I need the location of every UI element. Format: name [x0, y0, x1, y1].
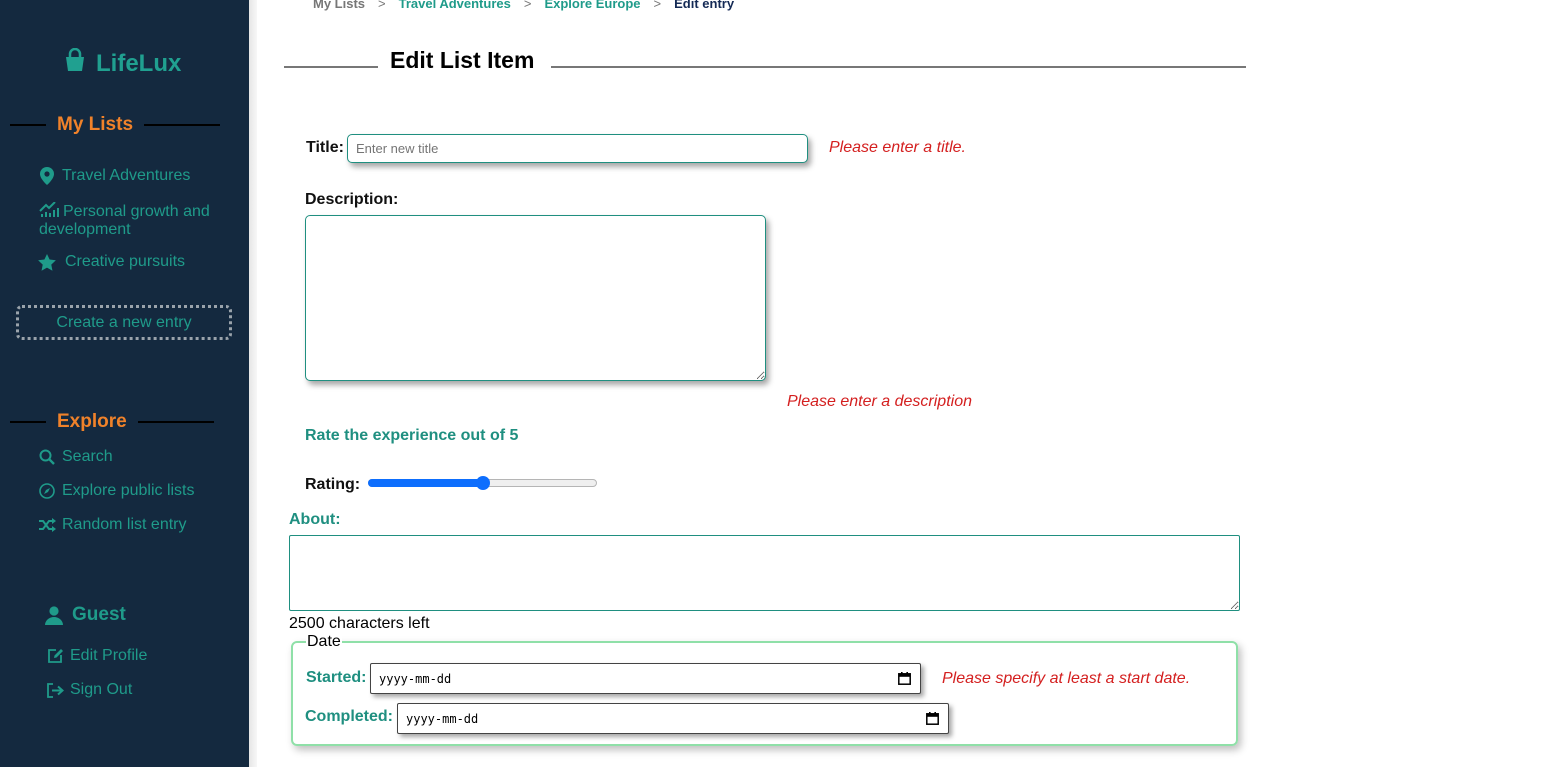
explore-heading: Explore	[10, 411, 214, 433]
sidebar: LifeLux My Lists Travel Adventures Perso…	[0, 0, 249, 767]
rating-prompt: Rate the experience out of 5	[305, 427, 519, 444]
user-name: Guest	[72, 604, 126, 625]
star-icon	[38, 253, 56, 271]
calendar-icon[interactable]	[926, 712, 939, 728]
completed-date-placeholder: yyyy-mm-dd	[406, 711, 479, 726]
my-lists-heading: My Lists	[10, 114, 221, 136]
title-rule-left	[284, 66, 378, 68]
sidebar-item-edit-profile[interactable]: Edit Profile	[46, 647, 147, 665]
breadcrumb-item-current: Edit entry	[674, 0, 735, 11]
description-error: Please enter a description	[787, 393, 972, 410]
breadcrumb-separator: >	[378, 0, 386, 11]
started-date-input[interactable]: yyyy-mm-dd	[370, 663, 921, 694]
rating-slider-fill	[368, 479, 483, 487]
sidebar-item-label-line1: Personal growth and	[63, 203, 210, 220]
search-icon	[38, 448, 56, 466]
edit-icon	[46, 647, 64, 665]
title-label: Title:	[306, 139, 344, 156]
calendar-icon[interactable]	[898, 672, 911, 688]
title-input[interactable]	[347, 134, 808, 163]
date-legend: Date	[306, 633, 342, 651]
page-title: Edit List Item	[390, 47, 535, 73]
breadcrumb-item-my-lists[interactable]: My Lists	[313, 0, 365, 11]
shuffle-icon	[38, 516, 56, 534]
description-textarea[interactable]	[305, 215, 766, 381]
sidebar-item-label: Explore public lists	[62, 482, 195, 499]
page-title-bar: Edit List Item	[284, 46, 1246, 76]
sidebar-item-travel-adventures[interactable]: Travel Adventures	[38, 167, 190, 185]
about-textarea[interactable]	[289, 535, 1240, 611]
sidebar-item-label: Creative pursuits	[65, 253, 186, 270]
brand-logo[interactable]: LifeLux	[64, 47, 182, 79]
breadcrumb-separator: >	[523, 0, 532, 11]
map-pin-icon	[38, 167, 56, 185]
sidebar-item-label-line2: development	[39, 221, 131, 238]
sidebar-item-personal-growth[interactable]: Personal growth and development	[39, 201, 210, 239]
characters-left-counter: 2500 characters left	[289, 615, 430, 632]
brand-name: LifeLux	[96, 49, 182, 77]
sidebar-item-explore-public[interactable]: Explore public lists	[38, 482, 195, 500]
rating-slider[interactable]	[368, 476, 597, 490]
completed-label: Completed:	[305, 708, 393, 725]
sidebar-item-search[interactable]: Search	[38, 448, 113, 466]
started-date-placeholder: yyyy-mm-dd	[379, 671, 452, 686]
shopping-bag-icon	[64, 47, 86, 79]
completed-date-input[interactable]: yyyy-mm-dd	[397, 703, 949, 734]
description-label: Description:	[305, 191, 399, 208]
user-icon	[45, 605, 63, 625]
date-error: Please specify at least a start date.	[942, 670, 1191, 687]
sidebar-item-creative-pursuits[interactable]: Creative pursuits	[38, 253, 185, 271]
rating-slider-thumb[interactable]	[475, 476, 490, 490]
rating-label: Rating:	[305, 476, 361, 493]
growth-chart-icon	[39, 201, 59, 218]
started-label: Started:	[306, 669, 367, 686]
sidebar-item-random-entry[interactable]: Random list entry	[38, 516, 187, 534]
title-error: Please enter a title.	[829, 139, 966, 156]
breadcrumb-separator: >	[653, 0, 662, 11]
explore-heading-label: Explore	[57, 411, 127, 432]
create-entry-button[interactable]: Create a new entry	[16, 305, 232, 340]
sidebar-item-label: Travel Adventures	[62, 167, 191, 184]
breadcrumb: My Lists > Travel Adventures > Explore E…	[313, 0, 734, 11]
sidebar-divider	[249, 0, 257, 767]
sidebar-item-label: Search	[62, 448, 113, 465]
user-heading: Guest	[45, 604, 126, 626]
sidebar-item-sign-out[interactable]: Sign Out	[46, 681, 132, 699]
sidebar-item-label: Random list entry	[62, 516, 187, 533]
my-lists-heading-label: My Lists	[57, 114, 134, 135]
sidebar-item-label: Sign Out	[70, 681, 133, 698]
compass-icon	[38, 482, 56, 500]
title-rule-right	[551, 66, 1246, 68]
breadcrumb-item-explore-europe[interactable]: Explore Europe	[544, 0, 640, 11]
breadcrumb-item-travel-adventures[interactable]: Travel Adventures	[399, 0, 511, 11]
about-label: About:	[289, 511, 341, 528]
sidebar-item-label: Edit Profile	[70, 647, 148, 664]
sign-out-icon	[46, 681, 64, 699]
